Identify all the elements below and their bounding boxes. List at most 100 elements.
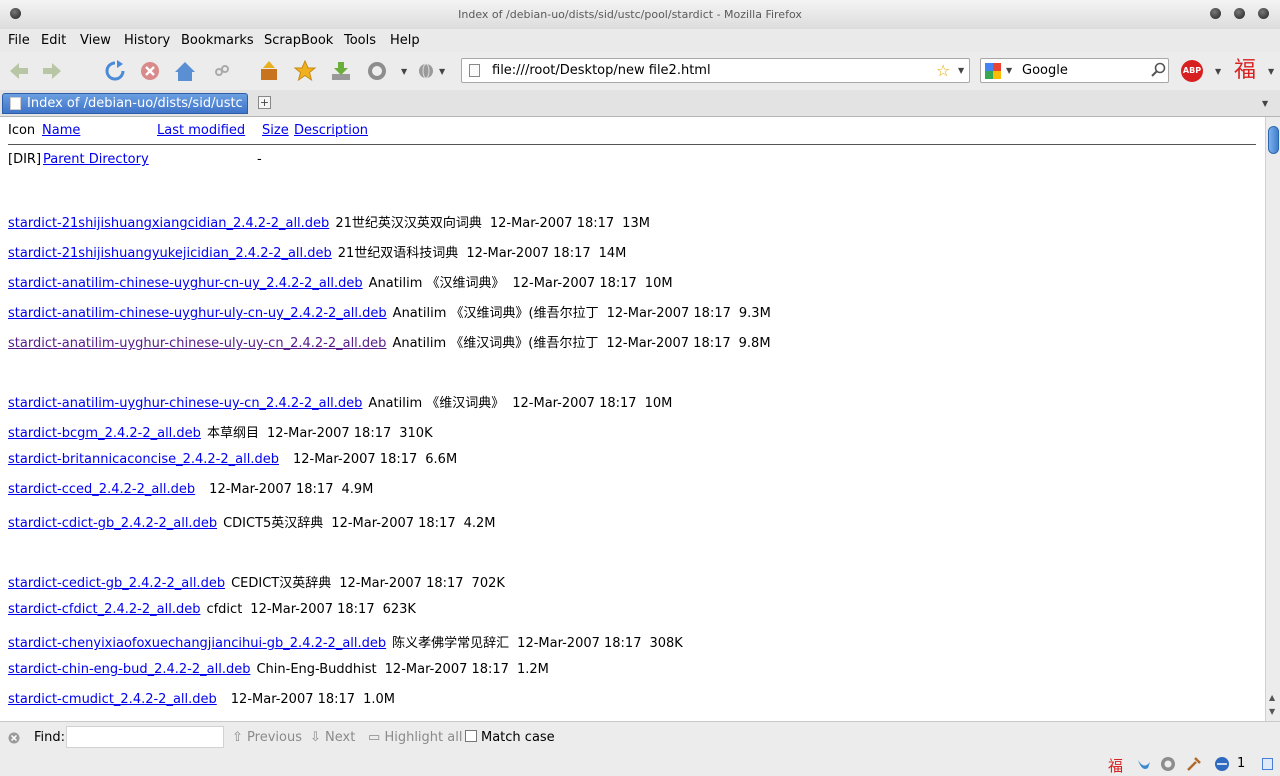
file-link[interactable]: stardict-anatilim-uyghur-chinese-uy-cn_2… bbox=[8, 396, 362, 411]
file-size: 14M bbox=[598, 246, 627, 261]
file-link[interactable]: stardict-cdict-gb_2.4.2-2_all.deb bbox=[8, 516, 217, 531]
highlight-all-button[interactable]: ▭ Highlight all bbox=[368, 730, 462, 745]
file-link[interactable]: stardict-21shijishuangyukejicidian_2.4.2… bbox=[8, 246, 332, 261]
col-modified-header[interactable]: Last modified bbox=[157, 123, 245, 138]
file-link[interactable]: stardict-chenyixiaofoxuechangjiancihui-g… bbox=[8, 636, 386, 651]
col-size-header[interactable]: Size bbox=[262, 123, 289, 138]
chevron-down-icon[interactable]: ▼ bbox=[439, 67, 445, 76]
scroll-down-icon[interactable]: ▼ bbox=[1269, 707, 1275, 716]
find-next-button[interactable]: ⇩ Next bbox=[310, 730, 355, 745]
header-divider bbox=[8, 144, 1256, 145]
file-link[interactable]: stardict-cedict-gb_2.4.2-2_all.deb bbox=[8, 576, 225, 591]
menu-help[interactable]: Help bbox=[390, 33, 420, 48]
scroll-up-icon[interactable]: ▲ bbox=[1269, 693, 1275, 702]
globe-status-icon[interactable] bbox=[1214, 756, 1230, 772]
fu-addon-button[interactable]: 福 bbox=[1234, 58, 1258, 84]
menu-scrapbook[interactable]: ScrapBook bbox=[264, 33, 333, 48]
stop-button[interactable] bbox=[138, 59, 162, 83]
col-name-header[interactable]: Name bbox=[42, 123, 80, 138]
download-addon-button[interactable] bbox=[257, 59, 281, 83]
search-input[interactable]: Google bbox=[1022, 63, 1068, 78]
file-size: 308K bbox=[649, 636, 683, 651]
menu-history[interactable]: History bbox=[124, 33, 170, 48]
adblock-button[interactable]: ABP bbox=[1181, 60, 1203, 82]
tab-list-dropdown-icon[interactable]: ▼ bbox=[1262, 99, 1268, 108]
menu-tools[interactable]: Tools bbox=[344, 33, 376, 48]
file-size: 1.0M bbox=[363, 692, 395, 707]
match-case-checkbox[interactable] bbox=[465, 730, 477, 742]
window-titlebar: Index of /debian-uo/dists/sid/ustc/pool/… bbox=[0, 0, 1280, 29]
close-window-button[interactable] bbox=[1258, 8, 1269, 19]
search-engine-dropdown-icon[interactable]: ▼ bbox=[1006, 66, 1012, 75]
find-previous-button[interactable]: ⇧ Previous bbox=[232, 730, 302, 745]
close-find-icon[interactable] bbox=[8, 732, 20, 744]
bookmark-star-button[interactable] bbox=[293, 59, 317, 83]
status-bar: 福 1 bbox=[0, 753, 1280, 776]
google-icon[interactable] bbox=[985, 63, 1001, 79]
menu-view[interactable]: View bbox=[80, 33, 111, 48]
vertical-scrollbar[interactable]: ▲ ▼ bbox=[1265, 117, 1280, 721]
chevron-down-icon[interactable]: ▼ bbox=[1268, 67, 1274, 76]
new-tab-button[interactable]: + bbox=[258, 96, 271, 109]
fu-character-icon[interactable]: 福 bbox=[1108, 755, 1123, 776]
find-bar: Find: ⇧ Previous ⇩ Next ▭ Highlight all … bbox=[0, 721, 1280, 754]
home-button[interactable] bbox=[173, 59, 197, 83]
scrapbook-capture-button[interactable] bbox=[210, 59, 234, 83]
tab-current[interactable]: Index of /debian-uo/dists/sid/ustc/... bbox=[2, 93, 248, 114]
file-link[interactable]: stardict-cmudict_2.4.2-2_all.deb bbox=[8, 692, 217, 707]
file-description: Anatilim 《汉维词典》(维吾尔拉丁 bbox=[392, 306, 599, 321]
col-description-header[interactable]: Description bbox=[294, 123, 368, 138]
file-link[interactable]: stardict-21shijishuangxiangcidian_2.4.2-… bbox=[8, 216, 329, 231]
url-bar[interactable]: file:///root/Desktop/new file2.html ☆ ▼ bbox=[461, 58, 970, 83]
minimize-button[interactable] bbox=[1210, 8, 1221, 19]
file-size: 4.9M bbox=[341, 482, 374, 497]
file-link[interactable]: stardict-bcgm_2.4.2-2_all.deb bbox=[8, 426, 201, 441]
file-link[interactable]: stardict-anatilim-uyghur-chinese-uly-uy-… bbox=[8, 336, 386, 351]
search-bar[interactable]: ▼ Google bbox=[980, 58, 1169, 83]
match-case-label: Match case bbox=[481, 730, 555, 745]
forward-button[interactable] bbox=[40, 59, 64, 83]
parent-directory-link[interactable]: Parent Directory bbox=[43, 152, 149, 167]
table-row: stardict-anatilim-uyghur-chinese-uy-cn_2… bbox=[8, 392, 672, 411]
search-icon[interactable] bbox=[1151, 62, 1167, 78]
page-icon bbox=[469, 64, 480, 77]
monkey-icon[interactable] bbox=[1160, 756, 1176, 772]
find-label: Find: bbox=[34, 730, 66, 745]
table-row: stardict-cdict-gb_2.4.2-2_all.deb CDICT5英… bbox=[8, 512, 496, 531]
file-size: 10M bbox=[644, 276, 673, 291]
file-link[interactable]: stardict-anatilim-chinese-uyghur-uly-cn-… bbox=[8, 306, 387, 321]
menu-bar: File Edit View History Bookmarks ScrapBo… bbox=[0, 29, 1280, 52]
file-size: 9.8M bbox=[738, 336, 771, 351]
downloads-button[interactable] bbox=[329, 59, 353, 83]
file-link[interactable]: stardict-cfdict_2.4.2-2_all.deb bbox=[8, 602, 200, 617]
tools-icon[interactable] bbox=[1186, 756, 1202, 772]
bookmark-star-icon[interactable]: ☆ bbox=[936, 61, 950, 80]
resize-grip-icon[interactable] bbox=[1262, 758, 1273, 770]
table-row: stardict-anatilim-uyghur-chinese-uly-uy-… bbox=[8, 332, 771, 351]
monkey-icon bbox=[368, 62, 386, 80]
menu-bookmarks[interactable]: Bookmarks bbox=[181, 33, 254, 48]
file-size: 10M bbox=[644, 396, 673, 411]
file-size: 9.3M bbox=[738, 306, 771, 321]
globe-button[interactable] bbox=[414, 59, 438, 83]
find-input[interactable] bbox=[66, 726, 224, 748]
file-link[interactable]: stardict-britannicaconcise_2.4.2-2_all.d… bbox=[8, 452, 279, 467]
maximize-button[interactable] bbox=[1234, 8, 1245, 19]
chevron-down-icon[interactable]: ▼ bbox=[401, 67, 407, 76]
file-link[interactable]: stardict-cced_2.4.2-2_all.deb bbox=[8, 482, 195, 497]
file-modified: 12-Mar-2007 18:17 bbox=[266, 426, 392, 441]
menu-file[interactable]: File bbox=[8, 33, 30, 48]
chevron-down-icon[interactable]: ▼ bbox=[1215, 67, 1221, 76]
bird-icon[interactable] bbox=[1136, 756, 1152, 772]
file-link[interactable]: stardict-anatilim-chinese-uyghur-cn-uy_2… bbox=[8, 276, 363, 291]
scrollbar-thumb[interactable] bbox=[1268, 126, 1279, 154]
greasemonkey-button[interactable] bbox=[365, 59, 389, 83]
file-link[interactable]: stardict-chin-eng-bud_2.4.2-2_all.deb bbox=[8, 662, 250, 677]
url-text[interactable]: file:///root/Desktop/new file2.html bbox=[492, 63, 711, 78]
reload-button[interactable] bbox=[103, 59, 127, 83]
back-button[interactable] bbox=[7, 59, 31, 83]
reload-icon bbox=[105, 60, 125, 81]
file-size: 6.6M bbox=[425, 452, 458, 467]
history-dropdown-icon[interactable]: ▼ bbox=[958, 66, 964, 75]
menu-edit[interactable]: Edit bbox=[41, 33, 66, 48]
